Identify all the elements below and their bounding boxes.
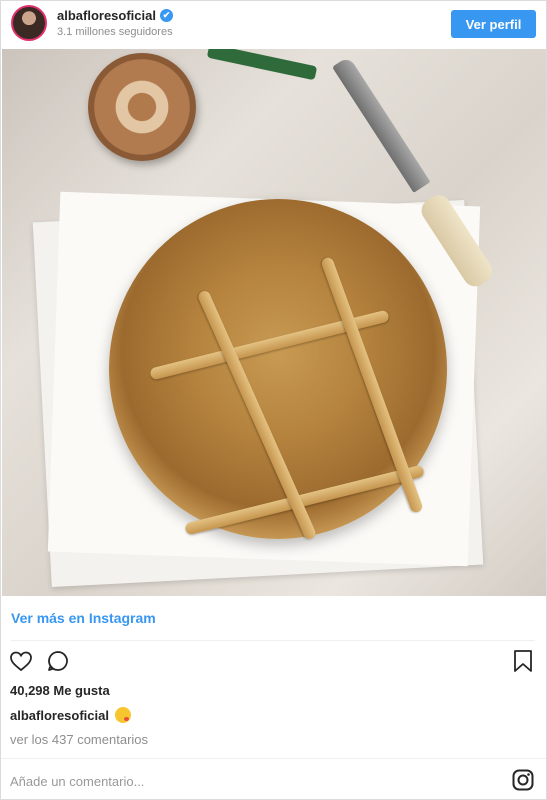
verified-badge-icon: ✔	[159, 9, 173, 22]
add-comment-input[interactable]	[10, 771, 470, 791]
divider	[11, 640, 535, 641]
view-more-on-instagram-link[interactable]: Ver más en Instagram	[11, 610, 156, 626]
like-count[interactable]: 40,298 Me gusta	[10, 683, 110, 698]
instagram-icon[interactable]	[512, 769, 534, 791]
avatar[interactable]	[11, 5, 47, 41]
comment-icon[interactable]	[44, 647, 72, 675]
caption-username[interactable]: albafloresoficial	[10, 708, 109, 723]
bookmark-icon[interactable]	[509, 647, 537, 675]
view-profile-button[interactable]: Ver perfil	[451, 10, 536, 38]
ceramic-bowl	[88, 53, 196, 161]
username-row: albafloresoficial ✔	[57, 8, 173, 23]
view-comments-link[interactable]: ver los 437 comentarios	[10, 732, 148, 747]
follower-count: 3.1 millones seguidores	[57, 26, 173, 38]
face-savoring-food-emoji	[114, 707, 131, 723]
divider	[1, 758, 546, 759]
corkscrew-handle	[206, 49, 318, 81]
knife-blade	[332, 56, 431, 193]
instagram-embed-card: albafloresoficial ✔ 3.1 millones seguido…	[0, 0, 547, 800]
post-header: albafloresoficial ✔ 3.1 millones seguido…	[1, 1, 546, 45]
caption: albafloresoficial	[10, 707, 131, 723]
action-bar	[1, 647, 546, 677]
username[interactable]: albafloresoficial	[57, 8, 156, 23]
post-photo[interactable]	[2, 49, 546, 596]
heart-icon[interactable]	[7, 647, 35, 675]
